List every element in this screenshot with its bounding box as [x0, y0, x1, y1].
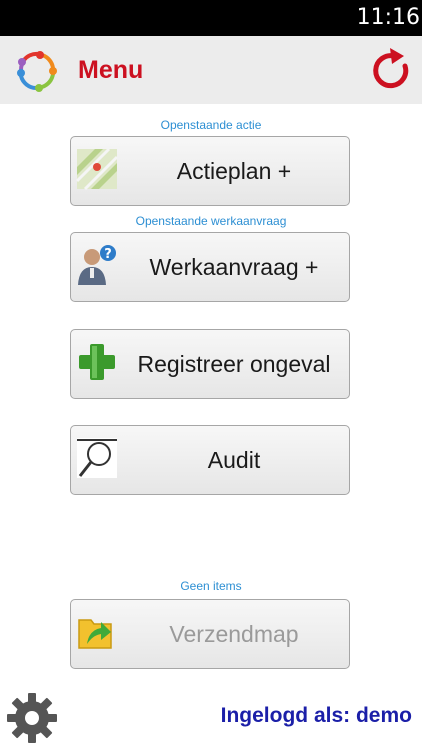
- werkaanvraag-button[interactable]: ? Werkaanvraag +: [70, 232, 350, 302]
- registreer-ongeval-button[interactable]: Registreer ongeval: [70, 329, 350, 399]
- gear-icon[interactable]: [4, 690, 60, 746]
- audit-button[interactable]: Audit: [70, 425, 350, 495]
- folder-arrow-icon: [78, 619, 112, 649]
- caption-werkaanvraag: Openstaande werkaanvraag: [135, 214, 287, 228]
- caption-actieplan: Openstaande actie: [160, 118, 262, 132]
- status-bar: 11:16: [0, 0, 422, 36]
- werkaanvraag-label: Werkaanvraag +: [149, 253, 319, 280]
- login-status: Ingelogd als: demo: [220, 704, 412, 727]
- svg-text:?: ?: [104, 247, 112, 262]
- refresh-icon[interactable]: [370, 46, 414, 94]
- person-question-icon: ?: [78, 245, 116, 285]
- app-logo-icon: [17, 51, 57, 92]
- app-bar: Menu: [0, 36, 422, 104]
- plus-icon: [79, 344, 115, 380]
- magnifier-icon: [77, 438, 117, 478]
- actieplan-button[interactable]: Actieplan +: [70, 136, 350, 206]
- page-title: Menu: [78, 56, 144, 84]
- registreer-ongeval-label: Registreer ongeval: [137, 350, 331, 377]
- status-time: 11:16: [356, 5, 420, 30]
- verzendmap-label: Verzendmap: [169, 620, 299, 647]
- caption-verzendmap: Geen items: [180, 579, 242, 593]
- audit-label: Audit: [207, 446, 261, 473]
- actieplan-label: Actieplan +: [176, 157, 292, 184]
- verzendmap-button[interactable]: Verzendmap: [70, 599, 350, 669]
- map-icon: [75, 147, 119, 191]
